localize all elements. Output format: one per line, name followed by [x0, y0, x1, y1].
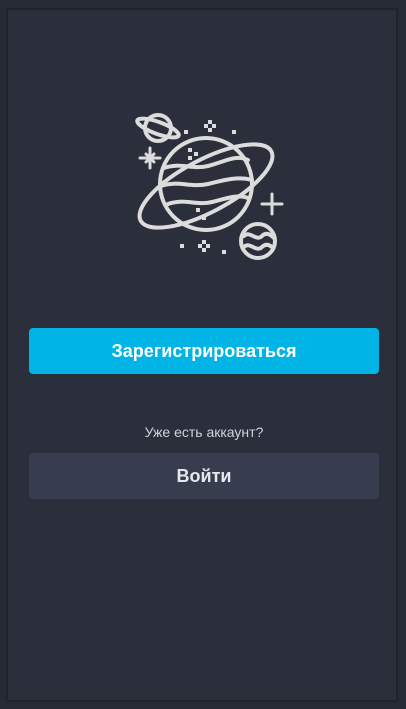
have-account-text: Уже есть аккаунт?: [144, 424, 264, 440]
register-button[interactable]: Зарегистрироваться: [29, 328, 379, 374]
login-button[interactable]: Войти: [29, 453, 379, 499]
app-screen: Зарегистрироваться Уже есть аккаунт? Вой…: [6, 8, 398, 702]
planet-illustration-icon: [128, 106, 288, 266]
